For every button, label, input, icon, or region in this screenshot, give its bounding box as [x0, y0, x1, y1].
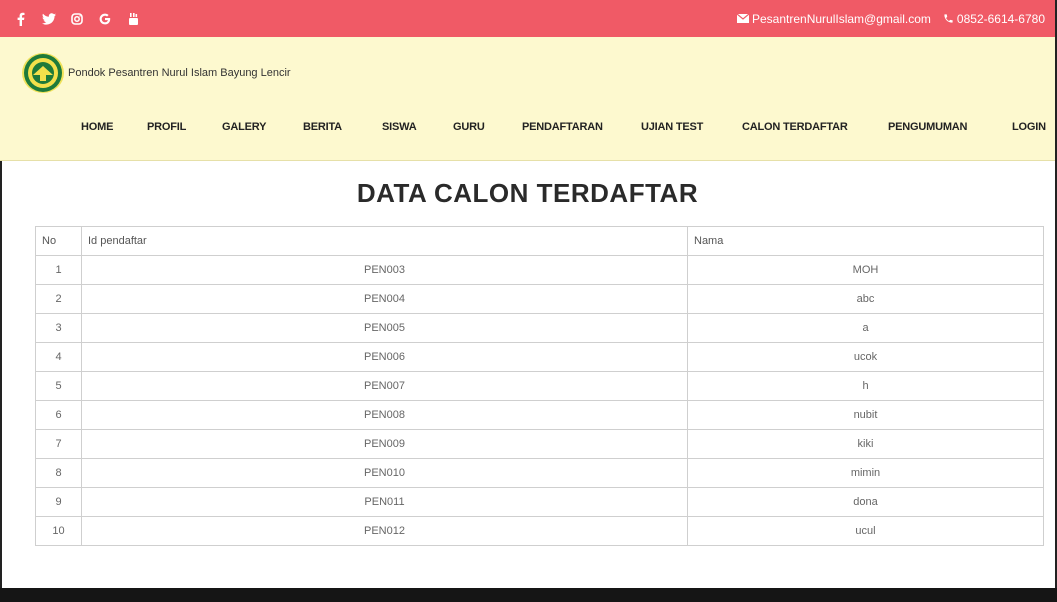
- site-header: Pondok Pesantren Nurul Islam Bayung Lenc…: [0, 37, 1055, 161]
- nav-siswa[interactable]: SISWA: [382, 121, 417, 133]
- page-title: DATA CALON TERDAFTAR: [356, 178, 699, 208]
- nav-galery[interactable]: GALERY: [222, 121, 266, 133]
- cell-no: 5: [35, 371, 82, 401]
- phone-contact[interactable]: 0852-6614-6780: [943, 12, 1045, 26]
- table-row: 10 PEN012 ucul: [35, 516, 1044, 546]
- footer-bar: [0, 588, 1057, 602]
- cell-no: 8: [35, 458, 82, 488]
- envelope-icon: [737, 14, 749, 23]
- cell-no: 3: [35, 313, 82, 343]
- table-row: 6 PEN008 nubit: [35, 400, 1044, 430]
- cell-id: PEN003: [81, 255, 688, 285]
- nav-guru[interactable]: GURU: [453, 121, 485, 133]
- registrant-table: No Id pendaftar Nama 1 PEN003 MOH 2 PEN004 a…: [35, 226, 1044, 546]
- social-links: [10, 8, 150, 30]
- site-name: Pondok Pesantren Nurul Islam Bayung Lenc…: [68, 67, 291, 79]
- email-contact[interactable]: PesantrenNurulIslam@gmail.com: [737, 12, 931, 26]
- cell-nama: a: [687, 313, 1044, 343]
- table-header-row: No Id pendaftar Nama: [35, 226, 1044, 256]
- cell-id: PEN004: [81, 284, 688, 314]
- cell-id: PEN011: [81, 487, 688, 517]
- cell-id: PEN009: [81, 429, 688, 459]
- table-row: 4 PEN006 ucok: [35, 342, 1044, 372]
- column-header-id: Id pendaftar: [81, 226, 688, 256]
- cell-no: 6: [35, 400, 82, 430]
- cell-nama: kiki: [687, 429, 1044, 459]
- cell-nama: abc: [687, 284, 1044, 314]
- twitter-icon[interactable]: [38, 8, 60, 30]
- nav-berita[interactable]: BERITA: [303, 121, 342, 133]
- nav-pengumuman[interactable]: PENGUMUMAN: [888, 121, 967, 133]
- table-row: 8 PEN010 mimin: [35, 458, 1044, 488]
- instagram-icon[interactable]: [66, 8, 88, 30]
- cell-nama: dona: [687, 487, 1044, 517]
- table-row: 1 PEN003 MOH: [35, 255, 1044, 285]
- cell-nama: ucok: [687, 342, 1044, 372]
- main-nav: HOME PROFIL GALERY BERITA SISWA GURU PEN…: [0, 121, 1055, 141]
- cell-no: 4: [35, 342, 82, 372]
- cell-nama: ucul: [687, 516, 1044, 546]
- nav-pendaftaran[interactable]: PENDAFTARAN: [522, 121, 603, 133]
- contact-info: PesantrenNurulIslam@gmail.com 0852-6614-…: [725, 12, 1045, 26]
- cell-no: 2: [35, 284, 82, 314]
- nav-calon-terdaftar[interactable]: CALON TERDAFTAR: [742, 121, 848, 133]
- cell-id: PEN007: [81, 371, 688, 401]
- cell-no: 10: [35, 516, 82, 546]
- brand[interactable]: Pondok Pesantren Nurul Islam Bayung Lenc…: [22, 53, 291, 93]
- table-row: 3 PEN005 a: [35, 313, 1044, 343]
- google-icon[interactable]: [94, 8, 116, 30]
- cell-no: 7: [35, 429, 82, 459]
- cell-no: 1: [35, 255, 82, 285]
- phone-text: 0852-6614-6780: [956, 11, 1045, 26]
- cell-id: PEN012: [81, 516, 688, 546]
- cell-id: PEN005: [81, 313, 688, 343]
- cell-nama: nubit: [687, 400, 1044, 430]
- facebook-icon[interactable]: [10, 8, 32, 30]
- cell-nama: MOH: [687, 255, 1044, 285]
- nav-login[interactable]: LOGIN: [1012, 121, 1046, 133]
- table-row: 5 PEN007 h: [35, 371, 1044, 401]
- kemenag-logo-icon: [22, 53, 64, 93]
- cell-id: PEN008: [81, 400, 688, 430]
- table-row: 7 PEN009 kiki: [35, 429, 1044, 459]
- cell-id: PEN010: [81, 458, 688, 488]
- phone-icon: [944, 14, 953, 23]
- column-header-no: No: [35, 226, 82, 256]
- cell-nama: mimin: [687, 458, 1044, 488]
- nav-profil[interactable]: PROFIL: [147, 121, 186, 133]
- cell-nama: h: [687, 371, 1044, 401]
- cell-id: PEN006: [81, 342, 688, 372]
- youtube-icon[interactable]: [122, 8, 144, 30]
- table-row: 2 PEN004 abc: [35, 284, 1044, 314]
- column-header-nama: Nama: [687, 226, 1044, 256]
- email-text: PesantrenNurulIslam@gmail.com: [752, 11, 931, 26]
- top-bar: PesantrenNurulIslam@gmail.com 0852-6614-…: [0, 0, 1055, 37]
- cell-no: 9: [35, 487, 82, 517]
- nav-home[interactable]: HOME: [81, 121, 113, 133]
- nav-ujian-test[interactable]: UJIAN TEST: [641, 121, 703, 133]
- table-row: 9 PEN011 dona: [35, 487, 1044, 517]
